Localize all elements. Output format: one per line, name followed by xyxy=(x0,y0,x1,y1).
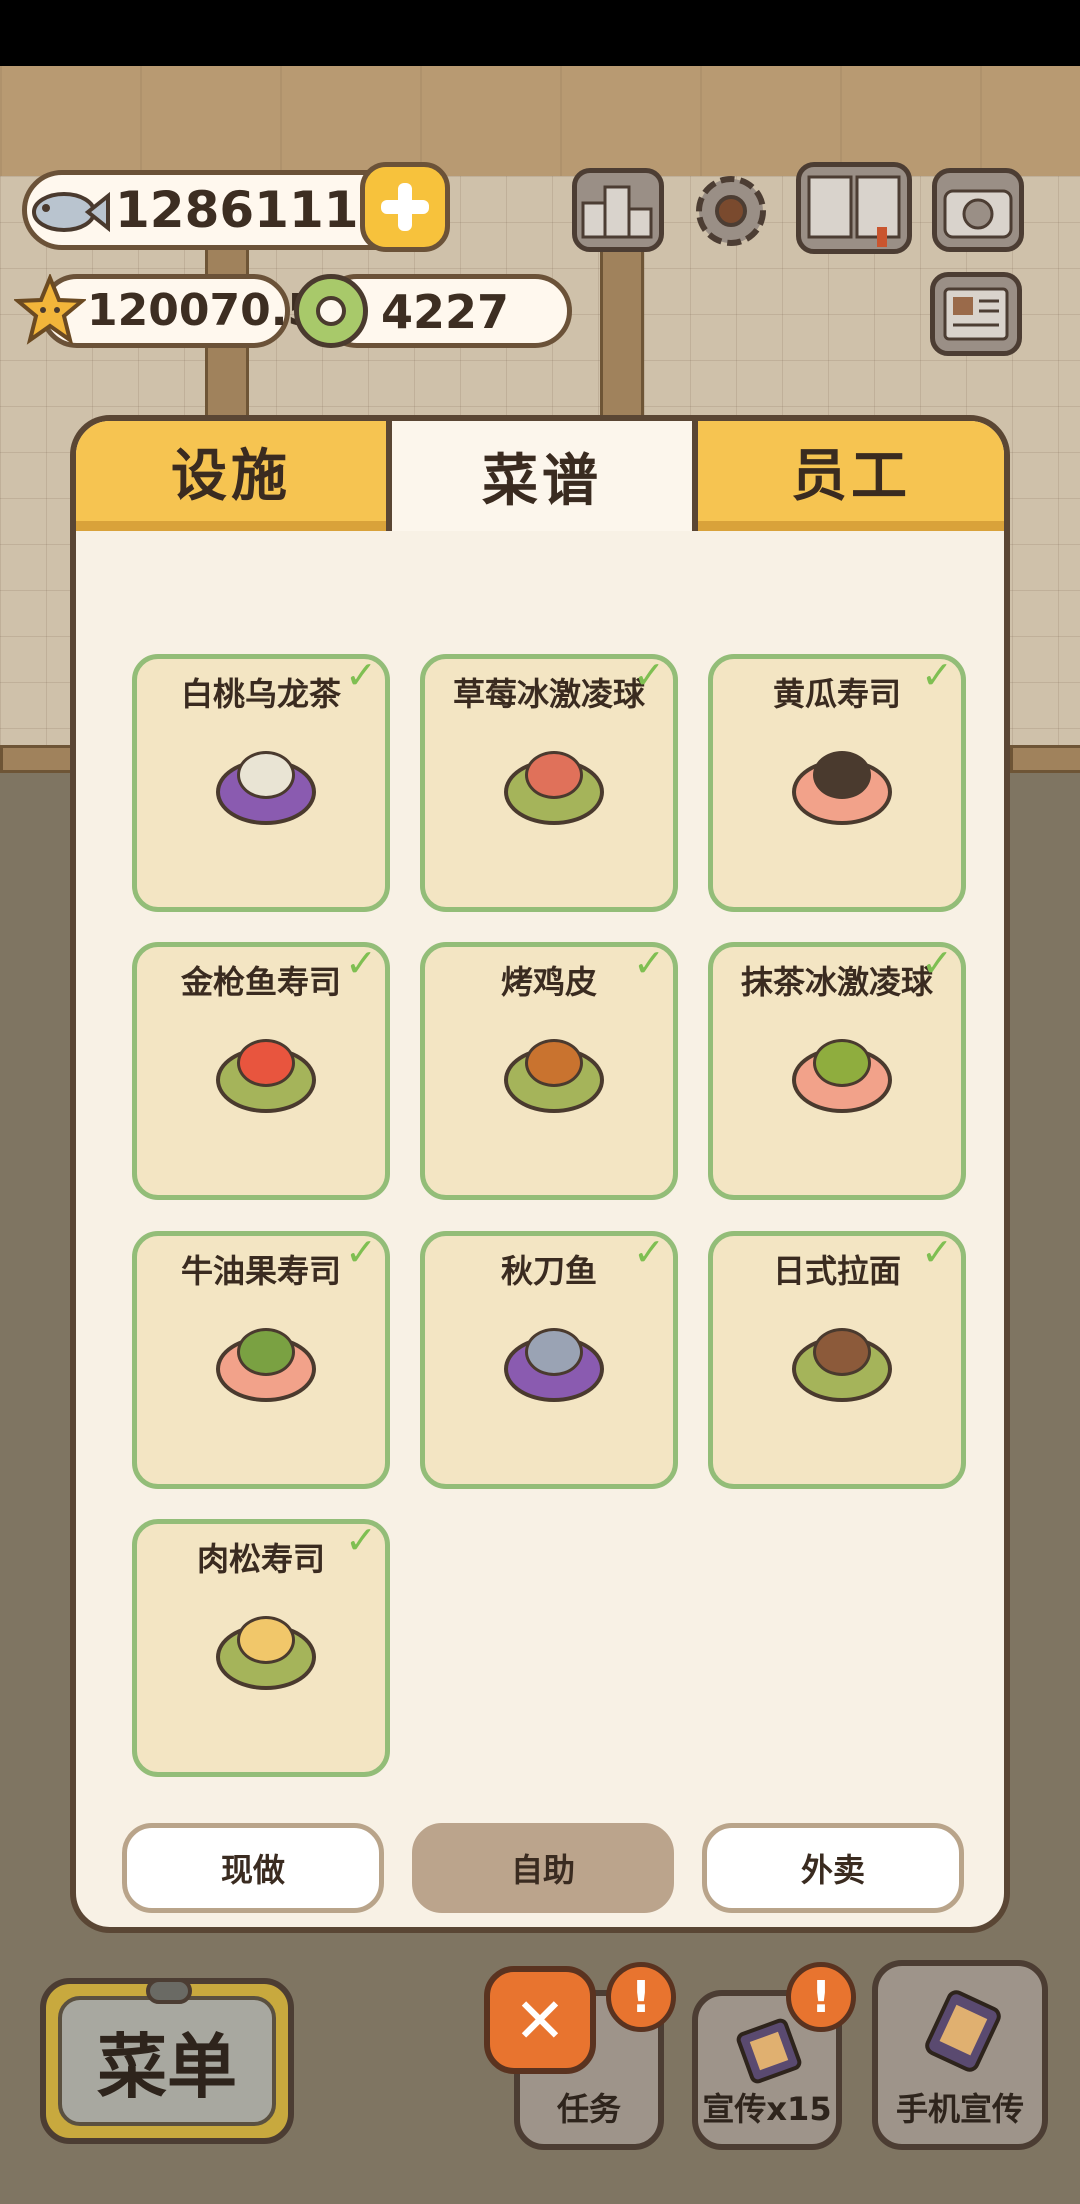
mode-takeout-button[interactable]: 外卖 xyxy=(702,1823,964,1913)
check-icon: ✓ xyxy=(921,1230,953,1274)
fish-currency-value: 12861112 xyxy=(115,181,394,239)
status-bar xyxy=(0,0,1080,66)
settings-button[interactable] xyxy=(686,166,776,256)
dish-icon xyxy=(237,1328,295,1376)
dish-icon xyxy=(525,1039,583,1087)
promo-label: 宣传x15 xyxy=(702,2090,832,2128)
mode-self-service-button[interactable]: 自助 xyxy=(412,1823,674,1913)
dish-icon xyxy=(237,1039,295,1087)
check-icon: ✓ xyxy=(921,653,953,697)
recipe-card[interactable]: 黄瓜寿司 ✓ xyxy=(708,653,966,912)
camera-icon xyxy=(943,189,1013,239)
recipe-card[interactable]: 抹茶冰激凌球 ✓ xyxy=(708,941,966,1200)
dish-icon xyxy=(237,751,295,799)
dish-icon xyxy=(813,1328,871,1376)
phone-promo-button[interactable]: 手机宣传 xyxy=(872,1960,1048,2150)
wooden-beam xyxy=(0,66,1080,182)
camera-button[interactable] xyxy=(932,168,1024,252)
fish-icon xyxy=(26,168,110,252)
podium-icon xyxy=(581,185,653,239)
check-icon: ✓ xyxy=(345,941,377,985)
dish-icon xyxy=(813,1039,871,1087)
recipe-panel: 设施 菜谱 员工 设施 菜谱 员工 白桃乌龙茶✓草莓冰激凌球✓黄瓜寿司✓金枪鱼寿… xyxy=(70,415,1010,1933)
recipe-card[interactable]: 秋刀鱼 ✓ xyxy=(420,1230,678,1489)
clipboard-clip-icon xyxy=(146,1978,192,2004)
wooden-rail xyxy=(1010,745,1080,773)
promo-alert-icon: ! xyxy=(786,1962,856,2032)
tab-facilities-cover: 设施 xyxy=(76,421,386,531)
tasks-label: 任务 xyxy=(556,2090,621,2128)
phone-icon xyxy=(925,1990,1001,2072)
leaderboard-button[interactable] xyxy=(572,168,664,252)
phone-promo-label: 手机宣传 xyxy=(895,2090,1024,2128)
close-icon: ✕ xyxy=(514,1983,566,2057)
recipe-book-button[interactable] xyxy=(796,162,912,254)
newspaper-button[interactable] xyxy=(930,272,1022,356)
close-button[interactable]: ✕ xyxy=(484,1966,596,2074)
tab-recipes-cover: 菜谱 xyxy=(392,421,692,531)
star-icon xyxy=(12,272,88,346)
book-icon xyxy=(807,175,901,247)
tab-staff-cover: 员工 xyxy=(698,421,1004,531)
recipe-card[interactable]: 金枪鱼寿司 ✓ xyxy=(132,941,390,1200)
add-fish-button[interactable] xyxy=(360,162,450,252)
recipe-card[interactable]: 牛油果寿司 ✓ xyxy=(132,1230,390,1489)
check-icon: ✓ xyxy=(345,1230,377,1274)
wooden-post xyxy=(600,230,644,436)
star-currency-value: 120070.5 xyxy=(87,285,319,336)
tasks-alert-icon: ! xyxy=(606,1962,676,2032)
recipe-card[interactable]: 白桃乌龙茶 ✓ xyxy=(132,653,390,912)
mode-cook-now-button[interactable]: 现做 xyxy=(122,1823,384,1913)
check-icon: ✓ xyxy=(345,1518,377,1562)
dish-icon xyxy=(525,751,583,799)
gear-icon xyxy=(696,176,766,246)
dish-icon xyxy=(813,751,871,799)
check-icon: ✓ xyxy=(633,1230,665,1274)
recipe-card[interactable]: 草莓冰激凌球 ✓ xyxy=(420,653,678,912)
recipe-card[interactable]: 烤鸡皮 ✓ xyxy=(420,941,678,1200)
check-icon: ✓ xyxy=(633,653,665,697)
ring-token-icon xyxy=(294,274,368,348)
menu-label: 菜单 xyxy=(58,1996,276,2126)
recipe-card[interactable]: 肉松寿司 ✓ xyxy=(132,1518,390,1777)
recipe-card[interactable]: 日式拉面 ✓ xyxy=(708,1230,966,1489)
ring-currency-value: 4227 xyxy=(381,285,510,339)
check-icon: ✓ xyxy=(633,941,665,985)
dish-icon xyxy=(237,1616,295,1664)
newspaper-icon xyxy=(943,287,1009,341)
check-icon: ✓ xyxy=(921,941,953,985)
plus-icon xyxy=(381,183,429,231)
wooden-rail xyxy=(0,745,76,773)
flyer-icon xyxy=(736,2018,802,2084)
check-icon: ✓ xyxy=(345,653,377,697)
dish-icon xyxy=(525,1328,583,1376)
